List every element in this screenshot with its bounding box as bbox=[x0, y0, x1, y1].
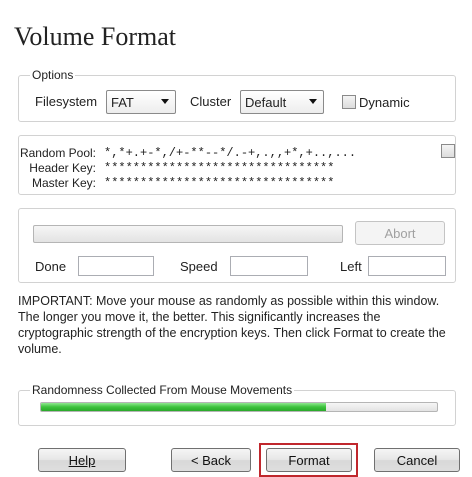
randomness-label: Randomness Collected From Mouse Movement… bbox=[30, 383, 295, 397]
speed-label: Speed bbox=[180, 259, 218, 274]
master-key-label: Master Key: bbox=[31, 176, 96, 190]
random-pool-label: Random Pool: bbox=[19, 146, 96, 160]
speed-field[interactable] bbox=[230, 256, 308, 276]
header-key-value: ******************************** bbox=[104, 161, 335, 175]
important-instructions: IMPORTANT: Move your mouse as randomly a… bbox=[18, 294, 446, 356]
cluster-select[interactable]: Default bbox=[240, 90, 324, 114]
chevron-down-icon bbox=[309, 99, 317, 104]
randomness-progress-bar bbox=[40, 402, 438, 412]
filesystem-label: Filesystem bbox=[35, 94, 98, 109]
cluster-select-value: Default bbox=[245, 94, 287, 110]
randomness-progress-fill bbox=[41, 403, 327, 411]
filesystem-select-value: FAT bbox=[111, 94, 134, 110]
dynamic-label: Dynamic bbox=[359, 95, 410, 110]
abort-button[interactable]: Abort bbox=[355, 221, 445, 245]
header-key-label: Header Key: bbox=[29, 161, 96, 175]
cancel-button[interactable]: Cancel bbox=[374, 448, 460, 472]
show-keys-checkbox[interactable] bbox=[441, 144, 455, 158]
chevron-down-icon bbox=[161, 99, 169, 104]
options-group-label: Options bbox=[30, 68, 76, 82]
random-pool-value: *,*+.+-*,/+-**--*/.-+,.,,+*,+..,... bbox=[104, 146, 357, 160]
help-button-label: Help bbox=[68, 452, 96, 468]
master-key-value: ******************************** bbox=[104, 176, 335, 190]
format-button[interactable]: Format bbox=[266, 448, 352, 472]
help-button[interactable]: Help bbox=[38, 448, 126, 472]
page-title: Volume Format bbox=[14, 22, 177, 51]
left-field[interactable] bbox=[368, 256, 446, 276]
filesystem-select[interactable]: FAT bbox=[106, 90, 176, 114]
back-button[interactable]: < Back bbox=[171, 448, 251, 472]
left-label: Left bbox=[340, 259, 362, 274]
done-field[interactable] bbox=[78, 256, 154, 276]
dynamic-checkbox[interactable] bbox=[342, 95, 356, 109]
format-progress-bar bbox=[33, 225, 343, 243]
done-label: Done bbox=[35, 259, 67, 274]
cluster-label: Cluster bbox=[190, 94, 232, 109]
